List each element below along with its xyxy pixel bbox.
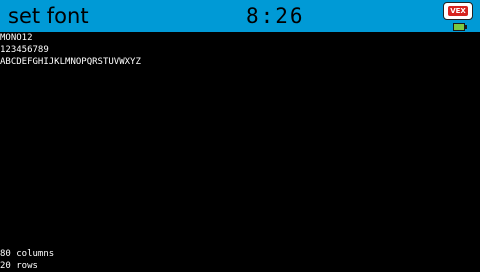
vex-logo-text: VEX	[448, 6, 468, 16]
console-line-alphabet: ABCDEFGHIJKLMNOPQRSTUVWXYZ	[0, 57, 141, 67]
console-line-rows: 20 rows	[0, 261, 38, 271]
vex-logo-icon[interactable]: VEX	[443, 2, 473, 20]
console-line-columns: 80 columns	[0, 249, 55, 259]
clock-readout: 8:26	[246, 4, 305, 28]
battery-icon	[453, 23, 465, 31]
program-title: set font	[8, 4, 89, 28]
header-bar: set font 8:26 VEX	[0, 0, 480, 32]
console-line-font-name: MONO12	[0, 33, 33, 43]
brain-screen: set font 8:26 VEX MONO12 123456789 ABCDE…	[0, 0, 480, 272]
battery-terminal	[465, 25, 467, 29]
console-line-digits: 123456789	[0, 45, 49, 55]
